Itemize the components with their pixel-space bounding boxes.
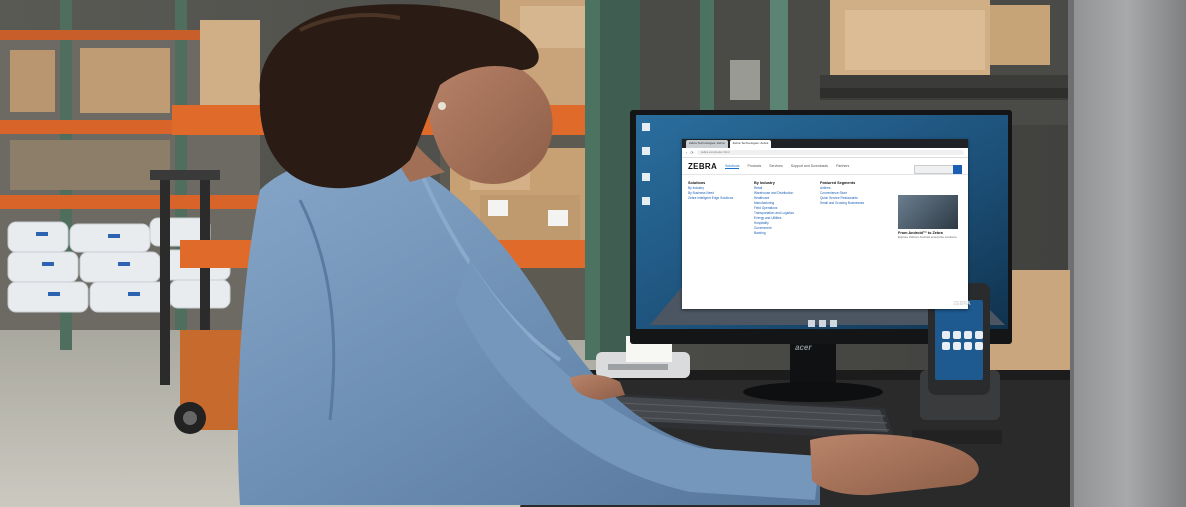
menu-link[interactable]: Small and Growing Businesses xyxy=(820,201,872,206)
menu-link[interactable]: Zebra Intelligent Edge Solutions xyxy=(688,196,740,201)
warehouse-photo xyxy=(0,0,1186,507)
menu-column-segments: Featured Segments Airlines Convenience S… xyxy=(820,181,872,236)
nav-services[interactable]: Services xyxy=(769,164,782,168)
search-icon[interactable] xyxy=(953,165,962,174)
app-icon[interactable] xyxy=(975,342,983,350)
menu-column-industry: By Industry Retail Warehouse and Distrib… xyxy=(754,181,806,236)
desktop-icon[interactable] xyxy=(642,197,650,205)
app-icon[interactable] xyxy=(953,342,961,350)
app-grid xyxy=(939,307,985,350)
back-icon[interactable]: ‹ xyxy=(686,150,687,155)
feature-card[interactable]: From Android™ to Zebra Explore Zebra's A… xyxy=(898,195,960,239)
app-icon[interactable] xyxy=(942,331,950,339)
nav-solutions[interactable]: Solutions xyxy=(725,164,740,169)
nav-support[interactable]: Support and Downloads xyxy=(791,164,828,168)
monitor-brand-logo: acer xyxy=(795,343,812,352)
zebra-logo[interactable]: ZEBRA xyxy=(688,162,717,171)
feature-text: Explore Zebra's Android enterprise solut… xyxy=(898,235,957,239)
browser-tab[interactable]: Zebra Technologies: Zebra xyxy=(686,140,728,148)
app-icon[interactable] xyxy=(953,331,961,339)
browser-window: Zebra Technologies: Zebra Zebra Technolo… xyxy=(682,139,968,309)
left-pallet-rack xyxy=(0,0,260,350)
app-icon[interactable] xyxy=(964,342,972,350)
nav-products[interactable]: Products xyxy=(747,164,761,168)
nav-partners[interactable]: Partners xyxy=(836,164,849,168)
browser-icon[interactable] xyxy=(829,319,837,327)
browser-toolbar: ‹ ⟳ zebra.com/us/en.html xyxy=(682,148,968,158)
app-icon[interactable] xyxy=(975,331,983,339)
monitor-screen-ui: Zebra Technologies: Zebra Zebra Technolo… xyxy=(636,115,1008,329)
desktop-icon[interactable] xyxy=(642,123,650,131)
feature-image xyxy=(898,195,958,229)
browser-tab[interactable]: Zebra Technologies: Zebra xyxy=(729,140,772,148)
menu-link[interactable]: Banking xyxy=(754,231,806,236)
address-bar[interactable]: zebra.com/us/en.html xyxy=(696,150,964,155)
handheld-device-screen: ZEBRA xyxy=(939,301,985,377)
start-icon[interactable] xyxy=(807,319,815,327)
app-icon[interactable] xyxy=(942,342,950,350)
browser-tab-strip: Zebra Technologies: Zebra Zebra Technolo… xyxy=(682,139,968,148)
menu-column-solutions: Solutions By Industry By Business Need Z… xyxy=(688,181,740,236)
app-icon[interactable] xyxy=(964,331,972,339)
app-icon[interactable] xyxy=(818,319,826,327)
reload-icon[interactable]: ⟳ xyxy=(690,150,693,155)
desktop-icon[interactable] xyxy=(642,173,650,181)
desktop-icon[interactable] xyxy=(642,147,650,155)
metal-cabinet xyxy=(1068,0,1186,507)
